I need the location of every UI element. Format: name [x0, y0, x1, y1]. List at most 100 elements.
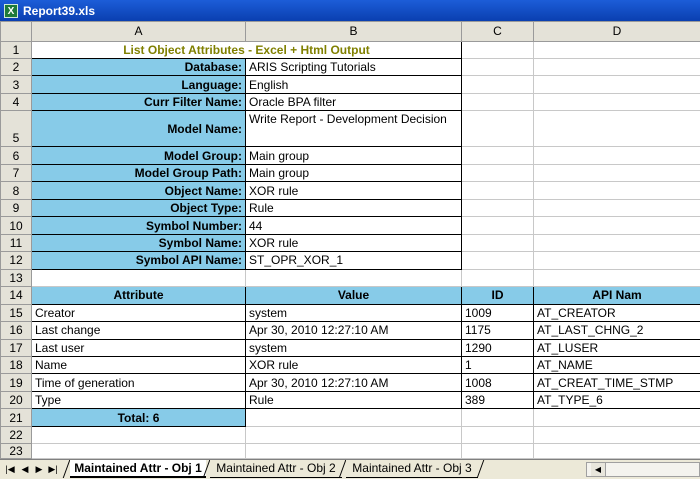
- cell[interactable]: [533, 110, 700, 148]
- info-value[interactable]: XOR rule: [245, 233, 462, 253]
- cell[interactable]: [533, 251, 700, 270]
- select-all-corner[interactable]: [0, 21, 32, 42]
- info-value[interactable]: XOR rule: [245, 181, 462, 200]
- cell[interactable]: [533, 408, 700, 427]
- row-header[interactable]: 17: [0, 338, 32, 358]
- cell[interactable]: [461, 408, 534, 427]
- info-label[interactable]: Curr Filter Name:: [31, 92, 246, 112]
- attribute-cell[interactable]: Type: [31, 390, 246, 410]
- value-cell[interactable]: Apr 30, 2010 12:27:10 AM: [245, 373, 462, 392]
- table-header-api-name[interactable]: API Nam: [533, 286, 700, 305]
- sheet-tab-obj-3[interactable]: Maintained Attr - Obj 3: [346, 460, 478, 478]
- last-sheet-icon[interactable]: ▶|: [47, 463, 59, 476]
- value-cell[interactable]: Apr 30, 2010 12:27:10 AM: [245, 321, 462, 340]
- id-cell[interactable]: 389: [461, 390, 534, 410]
- cell[interactable]: [245, 268, 462, 288]
- info-value[interactable]: Oracle BPA filter: [245, 92, 462, 112]
- row-header[interactable]: 21: [0, 408, 32, 427]
- cell[interactable]: [533, 146, 700, 165]
- cell[interactable]: [31, 443, 246, 459]
- column-header-b[interactable]: B: [245, 21, 462, 42]
- row-header[interactable]: 16: [0, 321, 32, 340]
- row-header[interactable]: 4: [0, 92, 32, 112]
- horizontal-scrollbar[interactable]: ◀: [586, 462, 700, 477]
- id-cell[interactable]: 1175: [461, 321, 534, 340]
- table-header-id[interactable]: ID: [461, 286, 534, 305]
- info-label[interactable]: Object Type:: [31, 198, 246, 218]
- info-value[interactable]: Rule: [245, 198, 462, 218]
- cell[interactable]: [533, 75, 700, 94]
- cell[interactable]: [533, 40, 700, 60]
- row-header[interactable]: 22: [0, 425, 32, 445]
- value-cell[interactable]: Rule: [245, 390, 462, 410]
- cell[interactable]: [461, 216, 534, 235]
- row-header[interactable]: 20: [0, 390, 32, 410]
- info-value[interactable]: ST_OPR_XOR_1: [245, 251, 462, 270]
- sheet-tab-obj-1[interactable]: Maintained Attr - Obj 1: [70, 460, 206, 478]
- row-header[interactable]: 1: [0, 40, 32, 60]
- column-header-a[interactable]: A: [31, 21, 246, 42]
- api-name-cell[interactable]: AT_NAME: [533, 356, 700, 375]
- cell[interactable]: [533, 425, 700, 445]
- cell[interactable]: [533, 181, 700, 200]
- cell[interactable]: [533, 163, 700, 183]
- prev-sheet-icon[interactable]: ◀: [19, 463, 31, 476]
- cell[interactable]: [461, 92, 534, 112]
- cell[interactable]: [461, 57, 534, 77]
- api-name-cell[interactable]: AT_CREAT_TIME_STMP: [533, 373, 700, 392]
- row-header[interactable]: 9: [0, 198, 32, 218]
- cell[interactable]: [533, 216, 700, 235]
- cell[interactable]: [461, 40, 534, 60]
- total-cell[interactable]: Total: 6: [31, 408, 246, 427]
- sheet-tab-obj-2[interactable]: Maintained Attr - Obj 2: [210, 460, 342, 478]
- cell[interactable]: [533, 198, 700, 218]
- id-cell[interactable]: 1009: [461, 303, 534, 323]
- cell[interactable]: [533, 268, 700, 288]
- cell[interactable]: [461, 198, 534, 218]
- info-label[interactable]: Language:: [31, 75, 246, 94]
- info-label[interactable]: Symbol Name:: [31, 233, 246, 253]
- info-label[interactable]: Symbol API Name:: [31, 251, 246, 270]
- row-header[interactable]: 5: [0, 110, 32, 148]
- attribute-cell[interactable]: Last change: [31, 321, 246, 340]
- row-header[interactable]: 7: [0, 163, 32, 183]
- info-label[interactable]: Model Name:: [31, 110, 246, 148]
- info-label[interactable]: Model Group Path:: [31, 163, 246, 183]
- report-title[interactable]: List Object Attributes - Excel + Html Ou…: [31, 40, 462, 60]
- row-header[interactable]: 12: [0, 251, 32, 270]
- attribute-cell[interactable]: Last user: [31, 338, 246, 358]
- cell[interactable]: [461, 146, 534, 165]
- api-name-cell[interactable]: AT_TYPE_6: [533, 390, 700, 410]
- attribute-cell[interactable]: Name: [31, 356, 246, 375]
- cell[interactable]: [245, 408, 462, 427]
- row-header[interactable]: 18: [0, 356, 32, 375]
- cell[interactable]: [31, 268, 246, 288]
- info-value[interactable]: Main group: [245, 163, 462, 183]
- row-header[interactable]: 23: [0, 443, 32, 459]
- next-sheet-icon[interactable]: ▶: [33, 463, 45, 476]
- api-name-cell[interactable]: AT_LUSER: [533, 338, 700, 358]
- column-header-c[interactable]: C: [461, 21, 534, 42]
- id-cell[interactable]: 1290: [461, 338, 534, 358]
- info-label[interactable]: Database:: [31, 57, 246, 77]
- row-header[interactable]: 14: [0, 286, 32, 305]
- table-header-attribute[interactable]: Attribute: [31, 286, 246, 305]
- row-header[interactable]: 3: [0, 75, 32, 94]
- info-value[interactable]: ARIS Scripting Tutorials: [245, 57, 462, 77]
- info-value[interactable]: Main group: [245, 146, 462, 165]
- info-value[interactable]: English: [245, 75, 462, 94]
- row-header[interactable]: 15: [0, 303, 32, 323]
- cell[interactable]: [461, 425, 534, 445]
- row-header[interactable]: 11: [0, 233, 32, 253]
- row-header[interactable]: 10: [0, 216, 32, 235]
- info-label[interactable]: Object Name:: [31, 181, 246, 200]
- info-value[interactable]: Write Report - Development Decision: [245, 110, 462, 148]
- cell[interactable]: [533, 57, 700, 77]
- value-cell[interactable]: system: [245, 338, 462, 358]
- cell[interactable]: [461, 163, 534, 183]
- value-cell[interactable]: XOR rule: [245, 356, 462, 375]
- cell[interactable]: [533, 92, 700, 112]
- attribute-cell[interactable]: Creator: [31, 303, 246, 323]
- cell[interactable]: [461, 233, 534, 253]
- info-label[interactable]: Symbol Number:: [31, 216, 246, 235]
